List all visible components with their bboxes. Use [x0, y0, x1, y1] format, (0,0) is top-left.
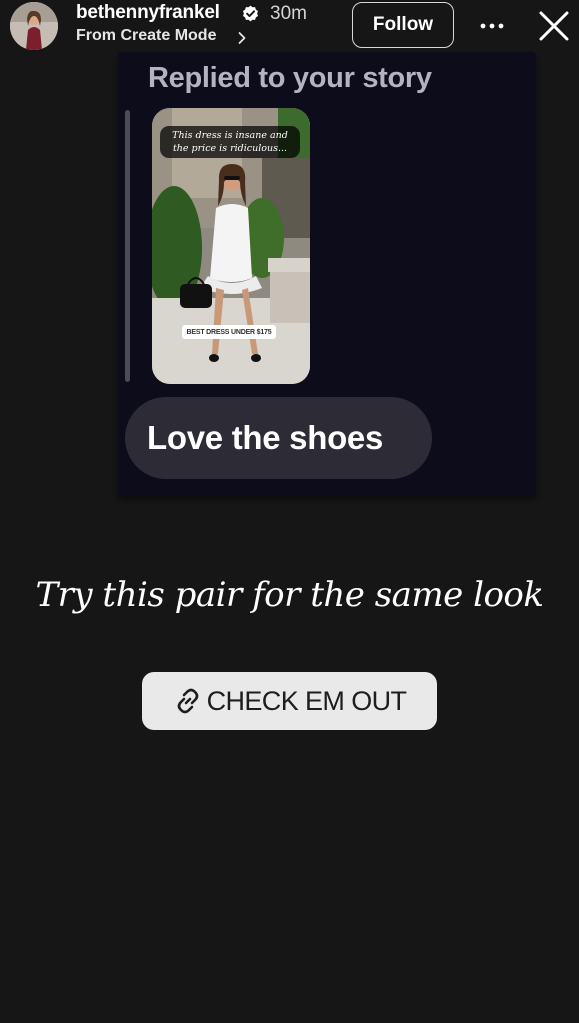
chevron-right-icon[interactable] [237, 31, 247, 45]
post-timestamp: 30m [270, 3, 307, 24]
check-em-out-link-sticker[interactable]: CHECK EM OUT [142, 672, 437, 730]
close-icon[interactable] [538, 10, 570, 42]
create-mode-label[interactable]: From Create Mode [76, 27, 216, 45]
story-thumbnail[interactable]: This dress is insane and the price is ri… [152, 108, 310, 384]
story-link-label: BEST DRESS UNDER $175 [186, 328, 272, 336]
story-reply-card: Replied to your story This dress is insa… [118, 52, 536, 496]
link-sticker-label: CHECK EM OUT [206, 685, 407, 716]
quote-bar [125, 110, 130, 382]
reply-message-text: Love the shoes [147, 419, 384, 456]
story-link-sticker[interactable]: BEST DRESS UNDER $175 [182, 325, 276, 339]
reply-message-bubble: Love the shoes [125, 397, 432, 479]
avatar[interactable] [10, 2, 58, 50]
verified-badge-icon [243, 5, 258, 22]
story-header: bethennyfrankel 30m From Create Mode Fol… [0, 0, 579, 52]
more-options-icon[interactable] [474, 14, 510, 38]
replied-heading: Replied to your story [148, 62, 432, 94]
story-text-overlay: Try this pair for the same look [35, 575, 544, 615]
username[interactable]: bethennyfrankel [76, 2, 220, 24]
follow-button[interactable]: Follow [352, 2, 454, 48]
story-caption: This dress is insane and the price is ri… [160, 126, 300, 158]
link-icon [177, 688, 198, 714]
